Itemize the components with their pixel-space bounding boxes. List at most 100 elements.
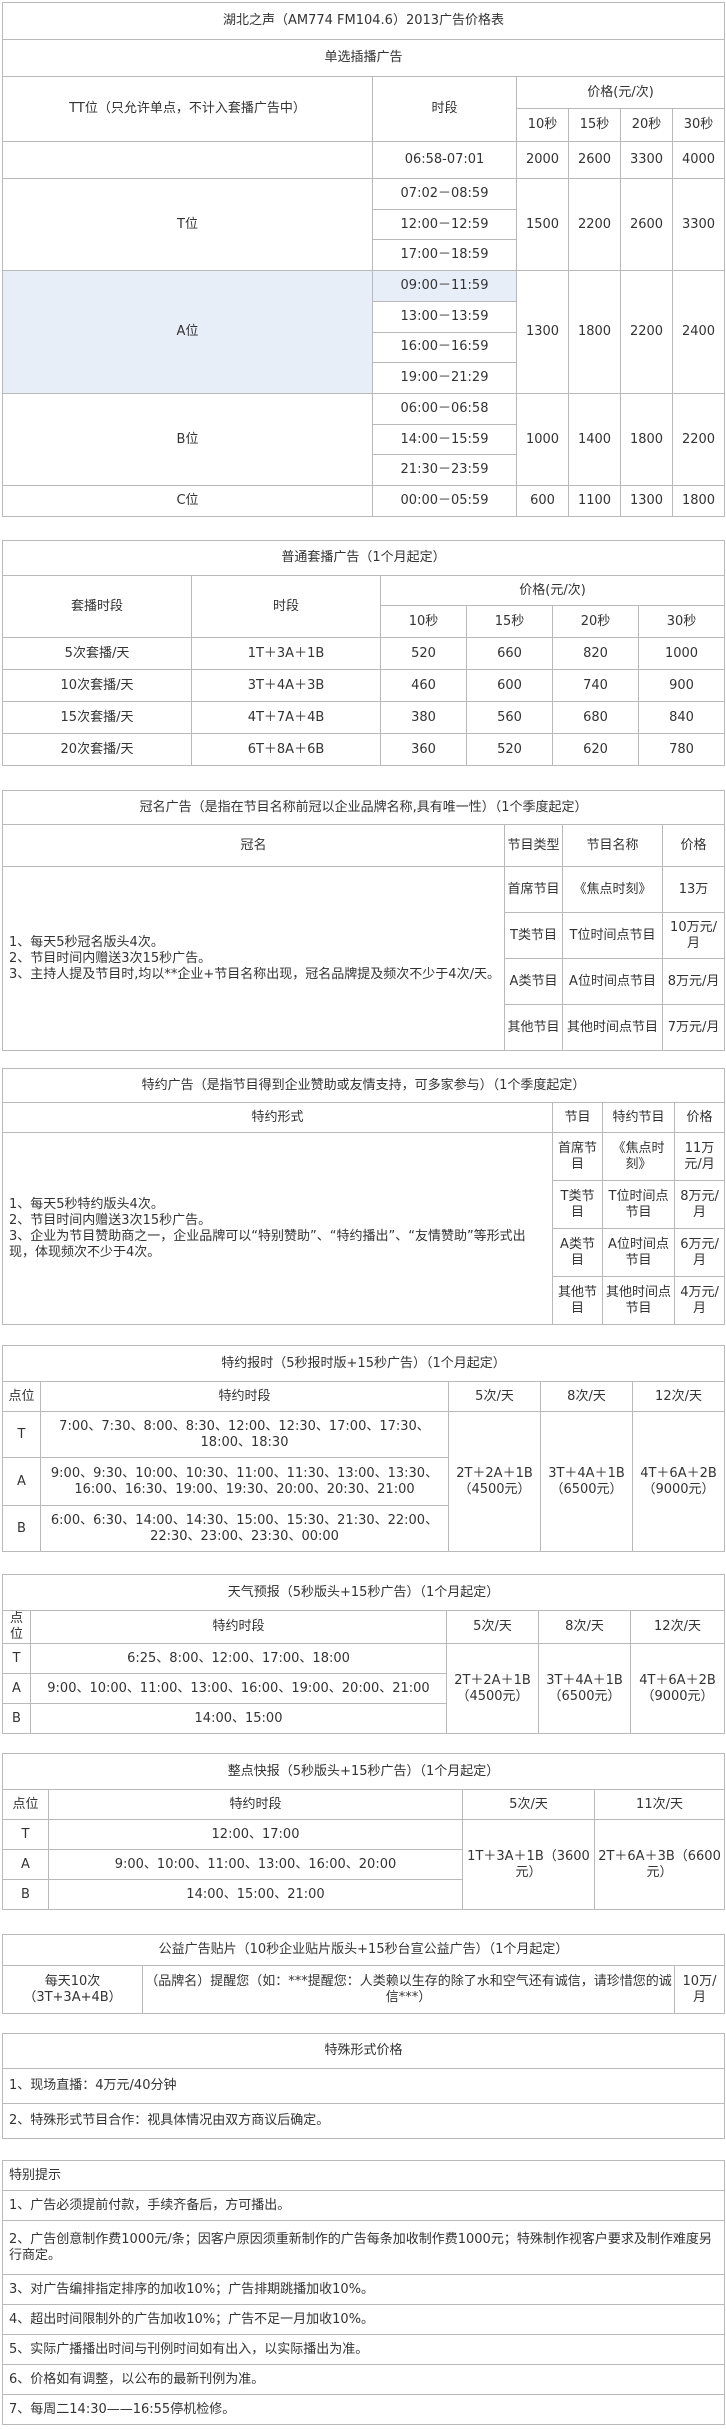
program-type-cell: 首席节目 [552, 1132, 603, 1181]
program-type-cell: 其他节目 [552, 1276, 603, 1325]
price-cell: 1800 [671, 485, 726, 517]
combo-cell: 2T＋2A＋1B（4500元） [448, 1411, 541, 1552]
price-cell: 380 [380, 701, 467, 734]
combo-cell: 2T＋2A＋1B（4500元） [446, 1643, 539, 1734]
special-table: 特殊形式价格 1、现场直播：4万元/40分钟 2、特殊形式节目合作：视具体情况由… [2, 2033, 725, 2139]
price-cell: 1800 [620, 392, 673, 487]
freq-header: 5次/天 [448, 1381, 541, 1412]
point-header: 点位 [2, 1789, 49, 1820]
price-header: 价格(元/次) [379, 575, 726, 606]
price-cell: 600 [466, 669, 553, 702]
price-cell: 520 [466, 733, 553, 766]
point-cell: B [2, 1505, 41, 1552]
freq-header: 12次/天 [630, 1610, 725, 1644]
point-cell: A [2, 1849, 49, 1880]
sec-header: 30秒 [671, 108, 726, 143]
program-name-cell: 《焦点时刻》 [602, 1132, 675, 1181]
point-cell: B [2, 1703, 31, 1734]
price-cell: 620 [552, 733, 639, 766]
price-cell: 1000 [516, 392, 569, 487]
freq-cell: 5次套播/天 [2, 637, 192, 670]
freq-cell: 15次套播/天 [2, 701, 192, 734]
tips-title: 特别提示 [2, 2160, 725, 2191]
sec-header: 30秒 [637, 605, 726, 638]
program-name-cell: 《焦点时刻》 [562, 866, 663, 913]
price-cell: 2600 [620, 178, 673, 272]
tip-item: 4、超出时间限制外的广告加收10%；广告不足一月加收10%。 [2, 2304, 725, 2335]
tt-point-header: TT位（只允许单点，不计入套播广告中） [2, 75, 373, 143]
slot-cell: 06:58-07:01 [372, 141, 517, 180]
tt-label [2, 141, 373, 180]
psa-content: （品牌名）提醒您（如：***提醒您：人类赖以生存的除了水和空气还有诚信，请珍惜您… [142, 1965, 675, 2014]
point-cell: T [2, 1819, 49, 1850]
program-type-cell: A类节目 [504, 958, 563, 1005]
sec-header: 10秒 [516, 108, 569, 143]
naming-table: 冠名广告（是指在节目名称前冠以企业品牌名称,具有唯一性）（1个季度起定） 冠名 … [1, 790, 726, 1051]
news-table: 整点快报（5秒版头+15秒广告）（1个月起定） 点位 特约时段 5次/天 11次… [1, 1753, 726, 1910]
slot-cell: 6T＋8A＋6B [191, 733, 381, 766]
price-cell: 840 [637, 701, 726, 734]
price-cell: 1100 [568, 485, 621, 517]
freq-header: 5次/天 [462, 1789, 595, 1820]
point-cell: T [2, 1411, 41, 1458]
naming-title: 冠名广告（是指在节目名称前冠以企业品牌名称,具有唯一性）（1个季度起定） [1, 790, 726, 825]
price-cell: 740 [552, 669, 639, 702]
combo-cell: 1T＋3A＋1B（3600元） [462, 1819, 595, 1910]
price-cell: 600 [516, 485, 569, 517]
slot-cell: 09:00－11:59 [372, 270, 517, 302]
sponsor-title: 特约广告（是指节目得到企业赞助或友情支持，可多家参与）（1个季度起定） [1, 1068, 726, 1103]
point-cell: B [2, 1879, 49, 1910]
freq-header: 8次/天 [540, 1381, 633, 1412]
price-cell: 560 [466, 701, 553, 734]
desc-line: 3、企业为节目赞助商之一，企业品牌可以“特别赞助”、“特约播出”、“友情赞助”等… [9, 1228, 526, 1260]
psa-price: 10万/月 [674, 1965, 725, 2014]
news-title: 整点快报（5秒版头+15秒广告）（1个月起定） [1, 1753, 726, 1790]
naming-description: 1、每天5秒冠名版头4次。 2、节目时间内赠送3次15秒广告。 3、主持人提及节… [2, 866, 505, 1051]
price-cell: 2000 [516, 141, 569, 180]
price-cell: 2600 [568, 141, 621, 180]
slot-cell: 9:00、10:00、11:00、13:00、16:00、19:00、20:00… [30, 1673, 447, 1704]
sec-header: 10秒 [380, 605, 467, 638]
price-cell: 680 [552, 701, 639, 734]
naming-form-header: 冠名 [2, 824, 505, 867]
special-item: 1、现场直播：4万元/40分钟 [2, 2068, 725, 2104]
price-cell: 660 [466, 637, 553, 670]
price-cell: 1300 [516, 270, 569, 394]
price-cell: 2200 [671, 392, 726, 487]
price-cell: 3300 [671, 178, 726, 272]
timecheck-title: 特约报时（5秒报时版+15秒广告）（1个月起定） [1, 1345, 726, 1382]
tips-table: 特别提示 1、广告必须提前付款，手续齐备后，方可播出。 2、广告创意制作费100… [2, 2160, 725, 2425]
price-cell: 460 [380, 669, 467, 702]
program-type-cell: T类节目 [552, 1180, 603, 1229]
program-type-cell: 其他节目 [504, 1004, 563, 1051]
freq-cell: 20次套播/天 [2, 733, 192, 766]
bundle-title: 普通套播广告（1个月起定） [1, 540, 726, 576]
price-cell: 2400 [671, 270, 726, 394]
psa-table: 公益广告贴片（10秒企业贴片版头+15秒台宣公益广告）（1个月起定） 每天10次… [2, 1934, 725, 2014]
price-table-title: 湖北之声（AM774 FM104.6）2013广告价格表 [1, 2, 726, 40]
sec-header: 15秒 [568, 108, 621, 143]
special-item: 2、特殊形式节目合作：视具体情况由双方商议后确定。 [2, 2103, 725, 2139]
tip-item: 7、每周二14:30——16:55停机检修。 [2, 2394, 725, 2425]
point-cell: A [2, 1457, 41, 1506]
program-header: 节目 [552, 1102, 603, 1133]
b-label: B位 [2, 392, 373, 487]
combo-cell: 4T＋6A＋2B（9000元） [631, 1411, 726, 1552]
combo-cell: 3T＋4A＋1B（6500元） [538, 1643, 631, 1734]
point-cell: T [2, 1643, 31, 1674]
combo-cell: 3T＋4A＋1B（6500元） [540, 1411, 633, 1552]
program-name-cell: 其他时间点节目 [562, 1004, 663, 1051]
price-cell: 8万元/月 [673, 1180, 726, 1229]
tip-item: 2、广告创意制作费1000元/条；因客户原因须重新制作的广告每条加收制作费100… [2, 2220, 725, 2275]
slot-cell: 14:00、15:00 [30, 1703, 447, 1734]
psa-title: 公益广告贴片（10秒企业贴片版头+15秒台宣公益广告）（1个月起定） [2, 1934, 725, 1966]
price-cell: 1000 [637, 637, 726, 670]
program-name-header: 节目名称 [562, 824, 663, 867]
tip-item: 3、对广告编排指定排序的加收10%；广告排期跳播加收10%。 [2, 2274, 725, 2305]
price-cell: 520 [380, 637, 467, 670]
price-header: 价格 [661, 824, 726, 867]
psa-frequency: 每天10次（3T+3A+4B） [2, 1965, 143, 2014]
slot-cell: 07:02－08:59 [372, 178, 517, 210]
point-header: 点位 [2, 1610, 31, 1644]
slot-cell: 06:00－06:58 [372, 393, 517, 425]
